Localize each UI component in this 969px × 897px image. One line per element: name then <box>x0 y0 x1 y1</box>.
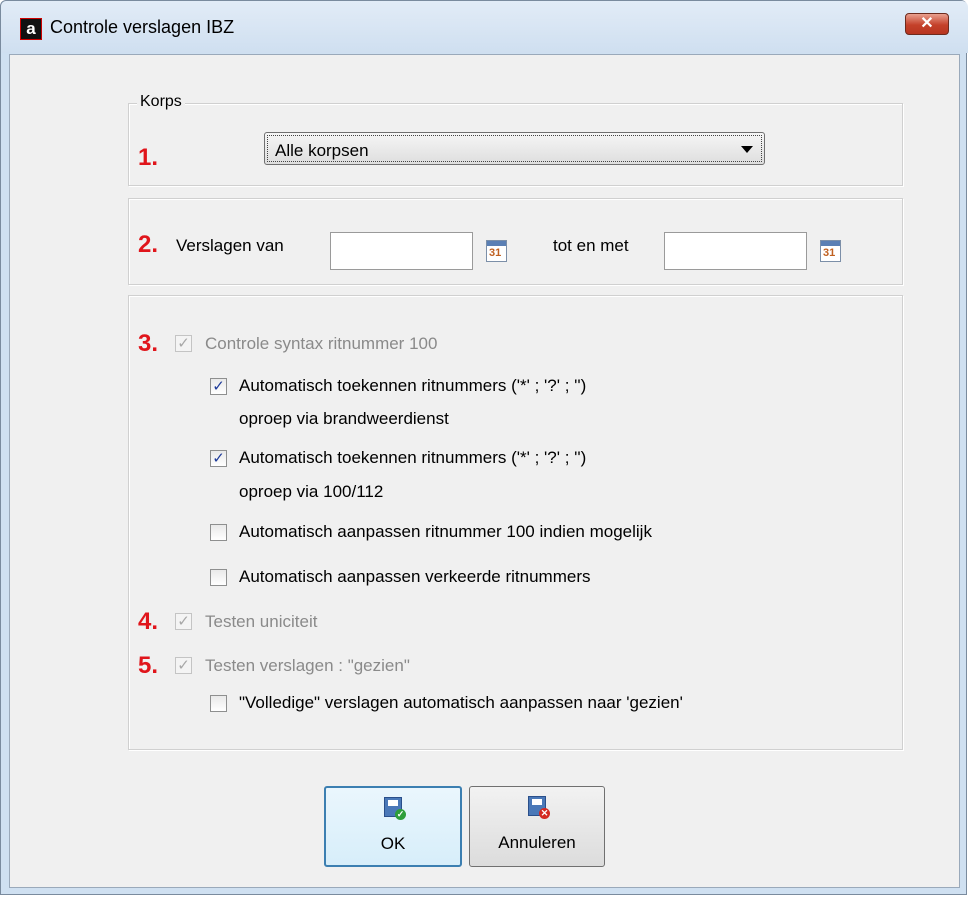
korps-legend: Korps <box>137 93 185 111</box>
checks-group: 3. ✓ Controle syntax ritnummer 100 ✓ Aut… <box>128 295 903 750</box>
korps-select[interactable]: Alle korpsen <box>264 132 765 165</box>
step-number-2: 2. <box>138 231 159 258</box>
dialog-window: a Controle verslagen IBZ ✕ Korps 1. Alle… <box>0 0 968 895</box>
step-number-1: 1. <box>138 144 159 171</box>
auto-assign-brandweer-checkbox[interactable]: ✓ <box>210 378 227 395</box>
calendar-icon-day: 31 <box>823 247 836 259</box>
window-title: Controle verslagen IBZ <box>50 17 235 37</box>
auto-assign-100112-sublabel: oproep via 100/112 <box>239 482 384 501</box>
auto-assign-100112-label: Automatisch toekennen ritnummers ('*' ; … <box>239 448 587 467</box>
syntax-check-checkbox: ✓ <box>175 335 192 352</box>
to-date-label: tot en met <box>553 236 629 255</box>
to-date-input[interactable] <box>664 232 807 270</box>
title-bar[interactable]: a Controle verslagen IBZ ✕ <box>1 1 968 53</box>
ok-button-label: OK <box>380 834 406 853</box>
uniqueness-checkbox: ✓ <box>175 613 192 630</box>
uniqueness-label: Testen uniciteit <box>205 612 318 631</box>
close-button[interactable]: ✕ <box>905 13 949 35</box>
chevron-down-icon <box>741 146 753 153</box>
auto-adjust-wrong-checkbox[interactable] <box>210 569 227 586</box>
from-date-input[interactable] <box>330 232 473 270</box>
calendar-icon[interactable]: 31 <box>820 240 841 262</box>
test-seen-checkbox: ✓ <box>175 657 192 674</box>
dates-group: 2. Verslagen van 31 tot en met 31 <box>128 198 903 285</box>
save-cancel-icon: ✕ <box>528 796 550 819</box>
auto-adjust-100-checkbox[interactable] <box>210 524 227 541</box>
app-logo-icon: a <box>20 18 42 40</box>
auto-adjust-100-label: Automatisch aanpassen ritnummer 100 indi… <box>239 522 652 541</box>
syntax-check-label: Controle syntax ritnummer 100 <box>205 334 438 353</box>
ok-button[interactable]: ✓ OK <box>324 786 462 867</box>
step-number-3: 3. <box>138 330 159 357</box>
from-date-label: Verslagen van <box>176 236 284 255</box>
calendar-icon-day: 31 <box>489 247 502 259</box>
cancel-button-label: Annuleren <box>498 833 576 852</box>
auto-adjust-wrong-label: Automatisch aanpassen verkeerde ritnumme… <box>239 567 591 586</box>
test-seen-label: Testen verslagen : "gezien" <box>205 656 410 675</box>
dialog-body: Korps 1. Alle korpsen 2. Verslagen van 3… <box>9 54 960 888</box>
korps-selected-value: Alle korpsen <box>275 141 369 160</box>
auto-assign-brandweer-label: Automatisch toekennen ritnummers ('*' ; … <box>239 376 587 395</box>
save-ok-icon: ✓ <box>384 797 406 820</box>
select-focus-rect: Alle korpsen <box>267 135 762 162</box>
korps-group: Korps 1. Alle korpsen <box>128 93 903 186</box>
calendar-icon[interactable]: 31 <box>486 240 507 262</box>
step-number-4: 4. <box>138 608 159 635</box>
cancel-button[interactable]: ✕ Annuleren <box>469 786 605 867</box>
complete-to-seen-label: "Volledige" verslagen automatisch aanpas… <box>239 693 683 712</box>
auto-assign-brandweer-sublabel: oproep via brandweerdienst <box>239 409 449 428</box>
auto-assign-100112-checkbox[interactable]: ✓ <box>210 450 227 467</box>
complete-to-seen-checkbox[interactable] <box>210 695 227 712</box>
step-number-5: 5. <box>138 652 159 679</box>
